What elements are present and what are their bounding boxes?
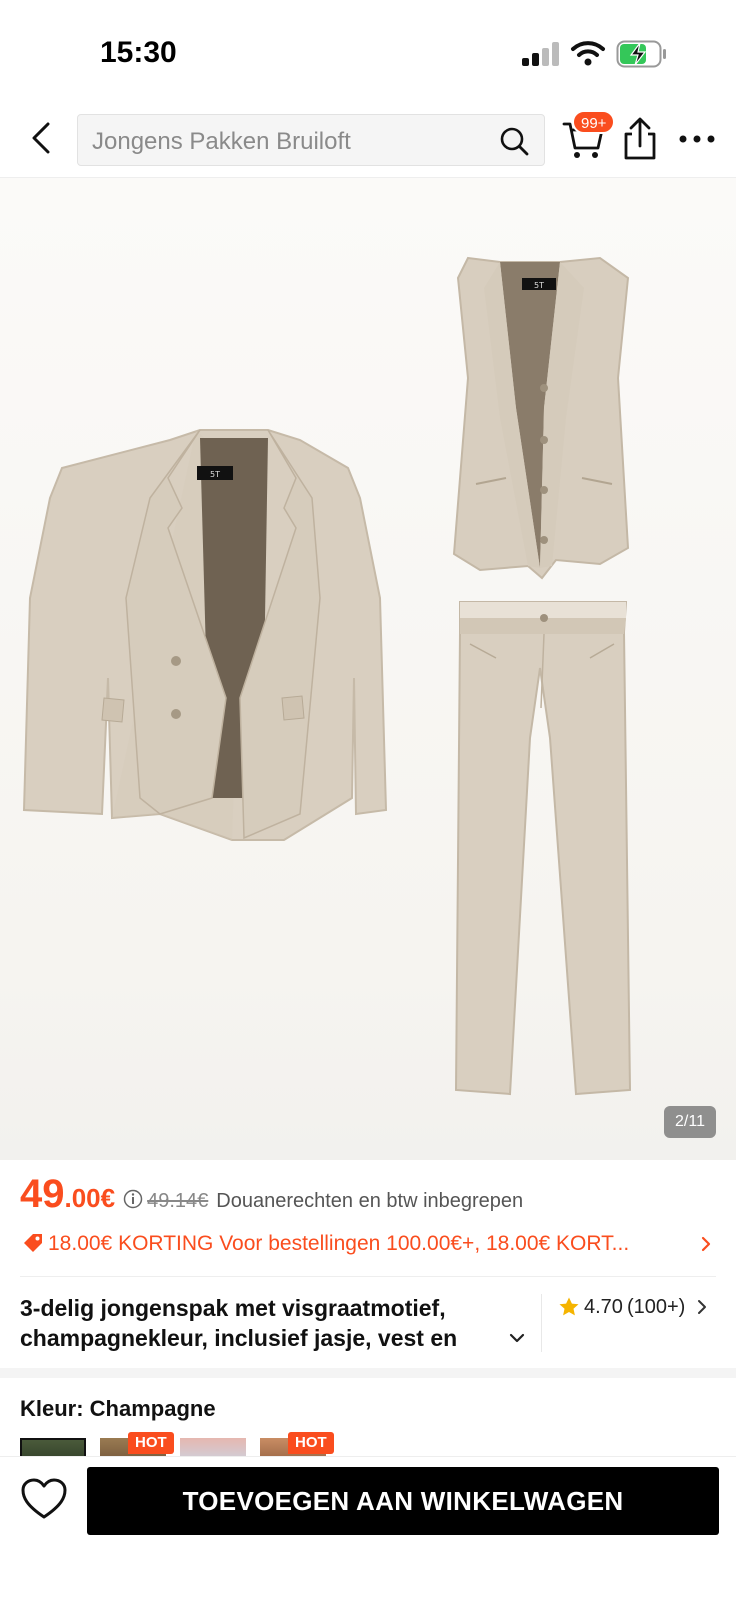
chevron-right-icon: [701, 1236, 711, 1252]
promo-banner[interactable]: 18.00€ KORTING Voor bestellingen 100.00€…: [20, 1228, 716, 1260]
search-placeholder: Jongens Pakken Bruiloft: [92, 128, 351, 155]
status-bar: 15:30: [0, 0, 736, 100]
price-row: 49 .00€ 49.14€ Douanerechten en btw inbe…: [20, 1172, 523, 1220]
hot-badge: HOT: [128, 1432, 174, 1454]
section-divider: [0, 1368, 736, 1378]
more-options-icon[interactable]: [676, 124, 718, 154]
chevron-right-icon: [698, 1300, 707, 1314]
price-tag-icon: [24, 1234, 42, 1252]
top-nav-bar: Jongens Pakken Bruiloft 99+: [0, 100, 736, 178]
heart-icon[interactable]: [20, 1477, 68, 1521]
color-swatches: HOT HOT: [20, 1432, 340, 1458]
back-arrow-icon[interactable]: [22, 118, 62, 158]
trousers-illustration: [454, 601, 632, 1096]
color-label: Kleur: Champagne: [20, 1396, 216, 1421]
suit-product-photo: 5T 5T: [22, 256, 632, 1096]
bottom-action-bar: TOEVOEGEN AAN WINKELWAGEN: [0, 1456, 736, 1600]
status-time: 15:30: [100, 36, 177, 69]
info-icon[interactable]: [123, 1189, 143, 1209]
hot-badge: HOT: [288, 1432, 334, 1454]
product-title-block[interactable]: 3-delig jongenspak met visgraatmotief, c…: [20, 1293, 530, 1353]
svg-text:5T: 5T: [210, 470, 220, 479]
add-to-cart-button[interactable]: TOEVOEGEN AAN WINKELWAGEN: [87, 1467, 719, 1535]
wifi-icon: [571, 41, 605, 66]
signal-icon: [522, 42, 560, 66]
color-swatch[interactable]: [180, 1438, 246, 1458]
search-icon[interactable]: [498, 125, 530, 157]
divider: [541, 1294, 542, 1352]
price-integer: 49: [20, 1172, 65, 1216]
share-icon[interactable]: [620, 116, 660, 162]
product-title: 3-delig jongenspak met visgraatmotief, c…: [20, 1295, 458, 1351]
rating-count: (100+): [626, 1295, 686, 1318]
jacket-illustration: 5T: [22, 429, 388, 841]
image-counter: 2/11: [664, 1106, 716, 1138]
search-input[interactable]: Jongens Pakken Bruiloft: [77, 114, 545, 166]
price-decimals: .00€: [64, 1183, 116, 1213]
rating-value: 4.70: [584, 1295, 623, 1318]
chevron-down-icon[interactable]: [508, 1329, 526, 1347]
product-image-gallery[interactable]: 5T 5T: [0, 178, 736, 1160]
duties-note: Douanerechten en btw inbegrepen: [216, 1190, 524, 1212]
svg-text:5T: 5T: [534, 281, 544, 290]
color-swatch-selected[interactable]: [20, 1438, 86, 1458]
cart-count-badge: 99+: [572, 110, 616, 134]
star-icon: [559, 1297, 579, 1316]
divider: [20, 1276, 716, 1277]
promo-text: 18.00€ KORTING Voor bestellingen 100.00€…: [48, 1232, 630, 1255]
rating-summary[interactable]: 4.70 (100+): [558, 1292, 709, 1322]
original-price: 49.14€: [147, 1190, 209, 1212]
vest-illustration: 5T: [452, 256, 630, 580]
battery-charging-icon: [616, 40, 666, 68]
